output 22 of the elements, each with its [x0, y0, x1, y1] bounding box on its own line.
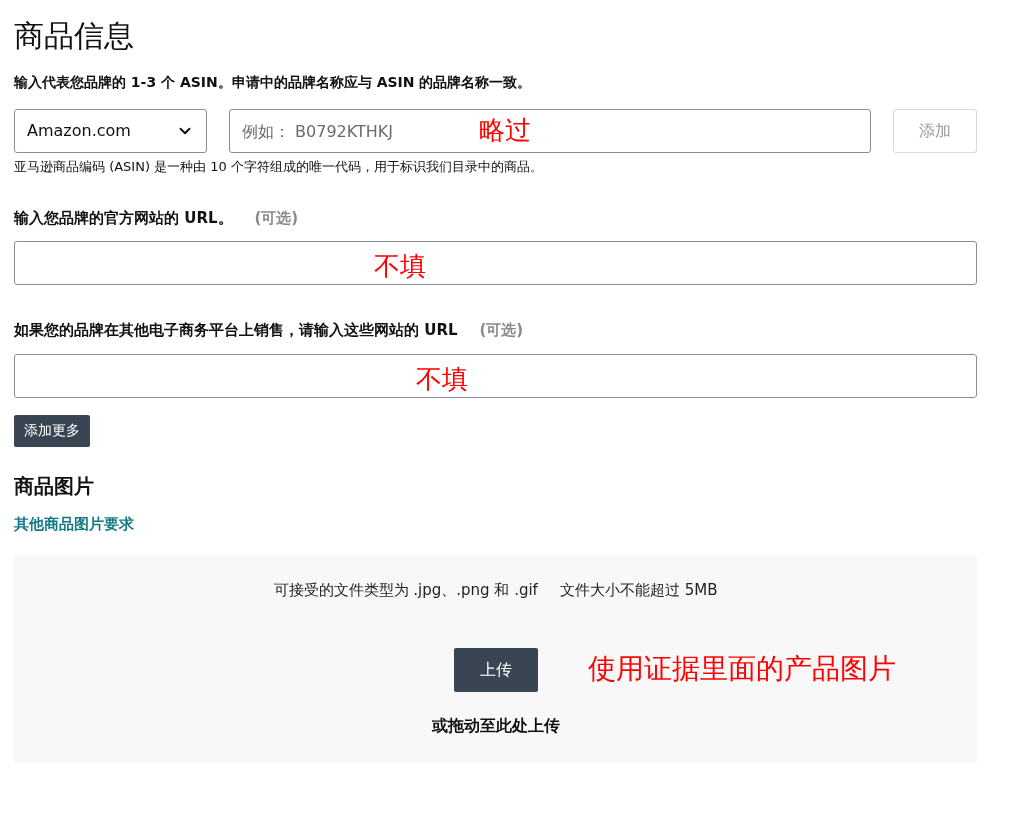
page-title: 商品信息	[14, 17, 134, 55]
asin-label: 输入代表您品牌的 1-3 个 ASIN。申请中的品牌名称应与 ASIN 的品牌名称一致。	[14, 73, 532, 92]
file-type-text: 可接受的文件类型为 .jpg、.png 和 .gif	[273, 580, 538, 601]
url-input-field[interactable]	[14, 353, 977, 398]
field-label: 输入您品牌的官方网站的 URL。	[14, 207, 233, 229]
upload-button[interactable]: 上传	[453, 647, 538, 692]
annotation-text: 不填	[374, 250, 426, 283]
optional-label: (可选)	[254, 207, 299, 229]
annotation-text: 略过	[479, 114, 531, 147]
url-input-field[interactable]	[14, 241, 977, 285]
image-requirements-link[interactable]: 其他商品图片要求	[14, 512, 134, 535]
add-more-button[interactable]: 添加更多	[14, 414, 90, 447]
optional-label: (可选)	[479, 320, 524, 341]
annotation-text: 使用证据里面的产品图片	[587, 650, 896, 687]
upload-dropzone[interactable]: 可接受的文件类型为 .jpg、.png 和 .gif 文件大小不能超过 5MB 上传 使用证据里面的产品图片 或拖动至此处上传	[14, 555, 977, 763]
section-heading: 商品图片	[14, 472, 94, 500]
field-label: 如果您的品牌在其他电子商务平台上销售，请输入这些网站的 URL	[14, 320, 458, 341]
drag-upload-text: 或拖动至此处上传	[431, 714, 560, 737]
asin-help-text: 亚马逊商品编码 (ASIN) 是一种由 10 个字符组成的唯一代码，用于标识我们目录中的商品。	[14, 158, 543, 176]
annotation-text: 不填	[416, 362, 468, 396]
file-size-text: 文件大小不能超过 5MB	[559, 580, 718, 601]
marketplace-dropdown[interactable]: Amazon.com	[14, 109, 207, 153]
